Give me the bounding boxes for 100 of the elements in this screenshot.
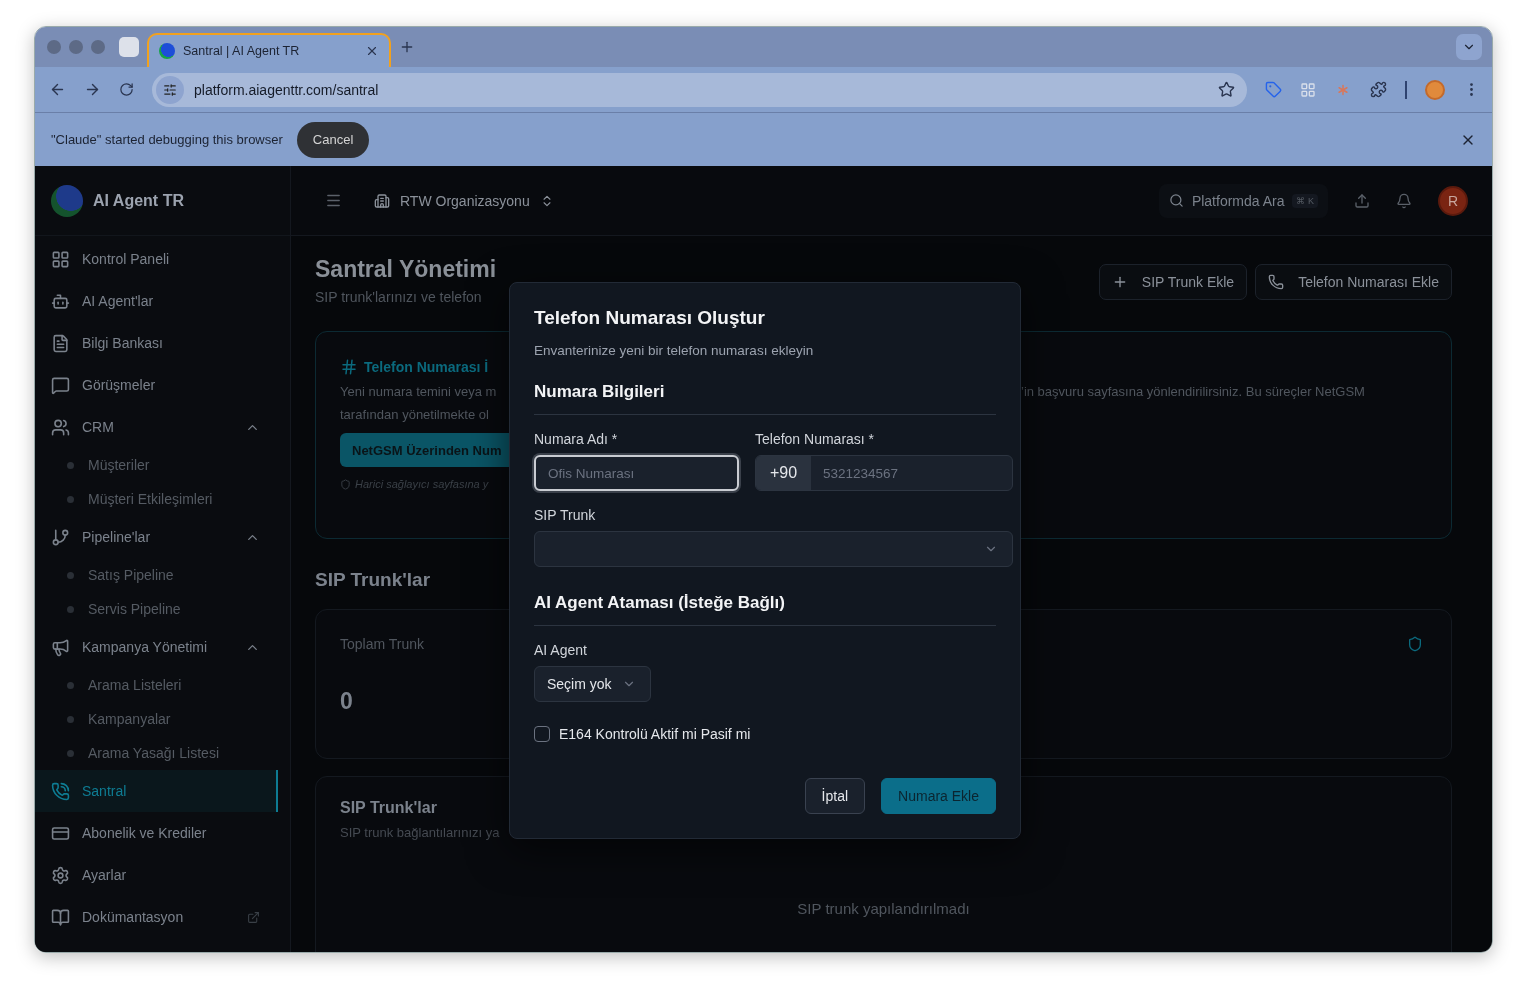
field-label: Telefon Numarası * [755, 431, 876, 447]
field-label: AI Agent [534, 642, 588, 658]
select-field[interactable] [534, 531, 1013, 567]
checkbox-label: E164 Kontrolü Aktif mi Pasif mi [559, 726, 751, 742]
country-code: +90 [756, 456, 811, 490]
stat-label: Toplam Trunk [340, 636, 425, 652]
brand-name: AI Agent TR [93, 191, 184, 210]
branch-icon [51, 527, 70, 547]
agent-dropdown[interactable]: Seçim yok [534, 666, 651, 702]
sidebar-subitem[interactable]: Arama Yasağı Listesi [35, 736, 290, 770]
sidebar-item[interactable]: Abonelik ve Krediler [35, 812, 278, 854]
extension-icon[interactable] [1300, 81, 1316, 98]
input-field[interactable]: Ofis Numarası [534, 455, 739, 491]
robot-icon [51, 291, 70, 311]
bullet-icon [67, 461, 74, 469]
info-text: tarafından yönetilmekte ol [340, 407, 490, 422]
sidebar-subitem[interactable]: Müşteri Etkileşimleri [35, 482, 290, 516]
phone-icon [51, 781, 70, 801]
upload-icon[interactable] [1354, 192, 1370, 209]
section-title: SIP Trunk'lar [315, 569, 432, 591]
empty-state-text: SIP trunk yapılandırılmadı [796, 900, 971, 917]
menu-icon[interactable] [325, 192, 342, 209]
back-button[interactable] [49, 81, 66, 98]
cancel-button[interactable]: İptal [804, 778, 866, 814]
bell-icon[interactable] [1396, 192, 1412, 209]
keyboard-shortcut: ⌘ K [1292, 193, 1318, 208]
shield-icon [340, 478, 351, 490]
tab-search-button[interactable] [1456, 34, 1482, 60]
building-icon [374, 192, 390, 209]
cancel-button[interactable]: Cancel [296, 121, 370, 158]
bullet-icon [67, 605, 74, 613]
sidebar-item[interactable]: AI Agent'lar [35, 280, 278, 322]
organization-switcher[interactable]: RTW Organizasyonu [368, 191, 560, 210]
action-button[interactable]: Telefon Numarası Ekle [1255, 264, 1452, 300]
settings-icon [51, 865, 70, 885]
dialog-description: Envanterinize yeni bir telefon numarası ekleyin [534, 343, 815, 358]
bullet-icon [67, 681, 74, 689]
sidebar-subitem[interactable]: Kampanyalar [35, 702, 290, 736]
shield-icon [1407, 636, 1423, 652]
tag-icon[interactable] [1265, 81, 1282, 98]
sidebar-subitem[interactable]: Satış Pipeline [35, 558, 290, 592]
reload-button[interactable] [119, 82, 134, 97]
sidebar-item[interactable]: Ayarlar [35, 854, 278, 896]
phone-icon [1268, 274, 1285, 290]
users-icon [51, 417, 70, 437]
hash-icon [340, 358, 358, 376]
dialog-title: Telefon Numarası Oluştur [534, 307, 766, 329]
bullet-icon [67, 495, 74, 503]
favicon-icon [159, 43, 175, 59]
phone-number-input[interactable]: 5321234567 [811, 456, 1012, 490]
logo-icon [51, 184, 83, 217]
bookmark-star-icon[interactable] [1218, 81, 1235, 98]
section-title: Numara Bilgileri [534, 382, 996, 415]
sidebar-subitem[interactable]: Servis Pipeline [35, 592, 290, 626]
new-tab-button[interactable] [399, 39, 415, 55]
page-subtitle: SIP trunk'larınızı ve telefon [315, 289, 483, 305]
sidebar-item[interactable]: Kontrol Paneli [35, 238, 278, 280]
page-title: Santral Yönetimi [315, 256, 497, 283]
dashboard-icon [51, 249, 70, 269]
chat-icon [51, 375, 70, 395]
bullet-icon [67, 749, 74, 757]
sidebar-subitem[interactable]: Müşteriler [35, 448, 290, 482]
info-text: Yeni numara temini veya m [340, 384, 498, 399]
phone-input-field[interactable]: +90 5321234567 [755, 455, 1013, 491]
forward-button[interactable] [84, 81, 101, 98]
sidebar-item[interactable]: Dokümantasyon [35, 896, 278, 938]
sidebar-subitem[interactable]: Arama Listeleri [35, 668, 290, 702]
checkbox[interactable] [534, 726, 550, 742]
field-label: SIP Trunk [534, 507, 597, 523]
sidebar-item[interactable]: Görüşmeler [35, 364, 278, 406]
search-field[interactable]: Platformda Ara ⌘ K [1158, 183, 1328, 218]
megaphone-icon [51, 637, 70, 657]
address-bar[interactable]: platform.aiagenttr.com/santral [152, 72, 1247, 107]
search-icon [1168, 193, 1184, 208]
field-label: Numara Adı * [534, 431, 619, 447]
site-settings-icon[interactable] [156, 75, 184, 104]
card-subtitle: SIP trunk bağlantılarınızı ya [340, 825, 501, 840]
sidebar-item[interactable]: Santral [35, 770, 278, 812]
sidebar-item[interactable]: Pipeline'lar [35, 516, 278, 558]
document-icon [51, 333, 70, 353]
action-button[interactable]: SIP Trunk Ekle [1098, 264, 1248, 300]
book-icon [51, 907, 70, 927]
sidebar-item[interactable]: Bilgi Bankası [35, 322, 278, 364]
puzzle-icon[interactable] [1370, 81, 1387, 98]
info-text: ’in başvuru sayfasına yönlendirilirsiniz. Bu süreçler NetGSM [1021, 384, 1366, 399]
bullet-icon [67, 715, 74, 723]
sidebar-item[interactable]: CRM [35, 406, 278, 448]
tab-group-icon[interactable] [119, 37, 139, 57]
card-title: Telefon Numarası İ [364, 359, 489, 375]
sidebar-item[interactable]: Kampanya Yönetimi [35, 626, 278, 668]
stat-value: 0 [340, 688, 354, 715]
bullet-icon [67, 571, 74, 579]
debug-message: "Claude" started debugging this browser [51, 132, 283, 147]
user-avatar[interactable]: R [1438, 185, 1468, 216]
submit-button[interactable]: Numara Ekle [881, 778, 996, 814]
browser-tab[interactable]: Santral | AI Agent TR [147, 33, 391, 67]
close-tab-button[interactable] [365, 44, 379, 58]
section-title: AI Agent Ataması (İsteğe Bağlı) [534, 593, 996, 626]
search-placeholder: Platformda Ara [1191, 192, 1285, 209]
card-title: SIP Trunk'lar [340, 799, 438, 817]
